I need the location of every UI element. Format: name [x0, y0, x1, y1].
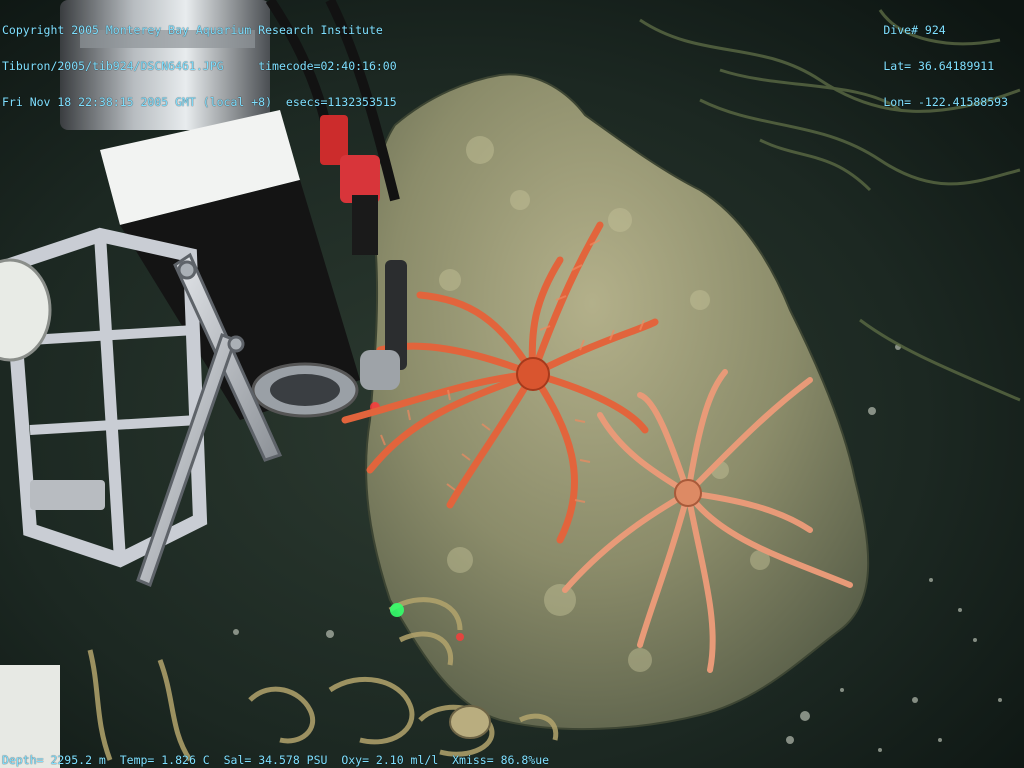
- small-fitting: [30, 480, 105, 510]
- laser-dot-green: [390, 603, 404, 617]
- latitude: Lat= 36.64189911: [883, 59, 995, 73]
- file-path: Tiburon/2005/tib924/DSCN6461.JPG: [2, 59, 224, 73]
- telemetry-bottom: Depth= 2295.2 m Temp= 1.826 C Sal= 34.57…: [2, 754, 549, 766]
- timecode: timecode=02:40:16:00: [258, 59, 397, 73]
- file-timecode-line: Tiburon/2005/tib924/DSCN6461.JPG timecod…: [2, 60, 397, 72]
- laser-dot-red: [456, 633, 464, 641]
- transmissometer-readout: Xmiss= 86.8%ue: [452, 753, 550, 767]
- sea-star-pale-disc: [674, 479, 702, 507]
- sea-star-orange-disc: [516, 357, 550, 391]
- dive-number: Dive# 924: [883, 23, 946, 37]
- temperature-readout: Temp= 1.826 C: [119, 753, 210, 767]
- shell: [449, 705, 491, 739]
- telemetry-top-right: Dive# 924 Lat= 36.64189911 Lon= -122.415…: [883, 0, 1008, 120]
- esecs: esecs=1132353515: [285, 95, 397, 109]
- telemetry-top-left: Copyright 2005 Monterey Bay Aquarium Res…: [2, 0, 397, 120]
- salinity-readout: Sal= 34.578 PSU: [223, 753, 328, 767]
- longitude: Lon= -122.41588593: [883, 95, 1008, 109]
- datetime-line: Fri Nov 18 22:38:15 2005 GMT (local +8) …: [2, 96, 397, 108]
- datetime: Fri Nov 18 22:38:15 2005 GMT (local +8): [2, 95, 273, 109]
- copyright-line: Copyright 2005 Monterey Bay Aquarium Res…: [2, 23, 383, 37]
- depth-readout: Depth= 2295.2 m: [2, 753, 106, 767]
- oxygen-readout: Oxy= 2.10 ml/l: [341, 753, 439, 767]
